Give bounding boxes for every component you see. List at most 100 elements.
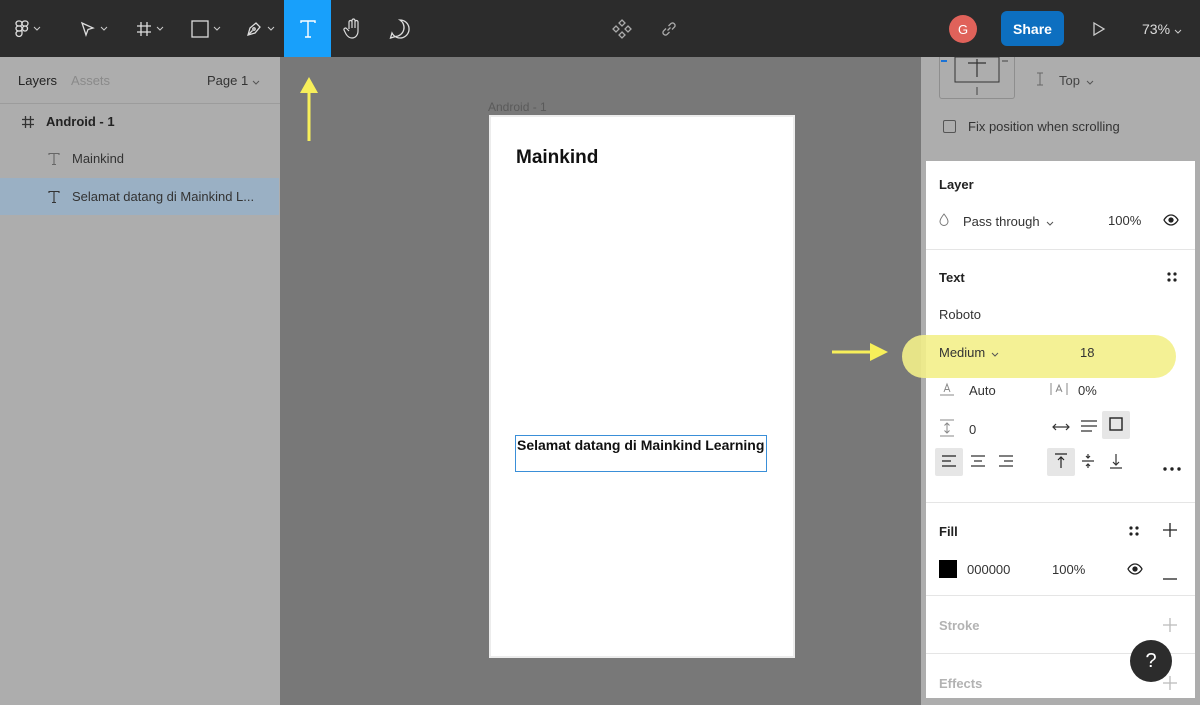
text-tool-icon — [299, 19, 317, 39]
constraint-widget[interactable] — [939, 57, 1015, 99]
properties-panel: Top Fix position when scrolling Layer Pa… — [902, 57, 1200, 705]
align-bottom-icon — [1109, 453, 1123, 472]
text-icon — [46, 190, 62, 204]
fix-position-row[interactable]: Fix position when scrolling — [943, 119, 1120, 134]
layer-visibility-toggle[interactable] — [1163, 214, 1179, 229]
shape-tool-button[interactable] — [186, 0, 226, 57]
font-size-value: 18 — [1080, 345, 1095, 360]
frame-name-label[interactable]: Android - 1 — [488, 100, 547, 114]
remove-fill-button[interactable] — [1163, 568, 1177, 583]
figma-logo-icon — [15, 19, 29, 38]
text-styles-button[interactable] — [1166, 271, 1178, 286]
page-name: Page 1 — [207, 73, 249, 88]
pen-icon — [245, 20, 263, 38]
page-selector[interactable]: Page 1 — [207, 73, 260, 88]
align-right-button[interactable] — [998, 455, 1014, 470]
fill-color-field[interactable]: 000000 — [939, 560, 1010, 578]
move-tool-button[interactable] — [76, 0, 112, 57]
mainkind-text[interactable]: Mainkind — [516, 147, 598, 169]
blend-mode-select[interactable]: Pass through — [939, 213, 1054, 229]
align-top-button[interactable] — [1047, 448, 1075, 476]
help-button[interactable]: ? — [1130, 640, 1172, 682]
fix-position-checkbox[interactable] — [943, 120, 956, 133]
line-height-field[interactable]: Auto — [939, 382, 996, 399]
pen-tool-button[interactable] — [240, 0, 280, 57]
fixed-size-icon — [1109, 416, 1123, 434]
vertical-constraint-select[interactable]: Top — [1035, 72, 1094, 89]
link-button[interactable] — [657, 0, 681, 57]
letter-spacing-icon — [1050, 382, 1068, 399]
text-tool-button[interactable] — [284, 0, 331, 57]
layer-row-selamat[interactable]: Selamat datang di Mainkind L... — [0, 178, 279, 215]
paragraph-spacing-field[interactable]: 0 — [939, 419, 976, 440]
plus-icon — [1163, 676, 1177, 693]
avatar[interactable]: G — [949, 15, 977, 43]
align-left-button[interactable] — [935, 448, 963, 476]
fill-opacity-value: 100% — [1052, 562, 1086, 577]
selected-text-layer[interactable]: Selamat datang di Mainkind Learning — [515, 435, 767, 472]
eye-icon — [1163, 214, 1179, 229]
text-options-button[interactable] — [1163, 459, 1181, 474]
zoom-menu[interactable]: 73% — [1142, 0, 1182, 57]
font-weight-select[interactable]: Medium — [939, 345, 999, 360]
auto-width-icon — [1052, 420, 1070, 435]
add-effect-button[interactable] — [1163, 676, 1177, 693]
fill-styles-button[interactable] — [1128, 525, 1140, 540]
auto-height-button[interactable] — [1080, 420, 1098, 435]
layer-opacity-field[interactable]: 100% — [1108, 213, 1141, 228]
layer-row-mainkind[interactable]: Mainkind — [0, 140, 280, 177]
canvas[interactable]: Android - 1 Mainkind Selamat datang di M… — [280, 57, 921, 705]
fixed-size-button[interactable] — [1102, 411, 1130, 439]
fill-visibility-toggle[interactable] — [1127, 563, 1143, 578]
present-button[interactable] — [1088, 0, 1110, 57]
annotation-arrow-up-icon — [297, 75, 321, 144]
align-center-button[interactable] — [970, 455, 986, 470]
align-bottom-button[interactable] — [1109, 453, 1123, 472]
section-title: Fill — [939, 524, 958, 539]
add-fill-button[interactable] — [1163, 523, 1177, 540]
play-icon — [1092, 21, 1106, 37]
components-button[interactable] — [609, 0, 635, 57]
font-size-field[interactable]: 18 — [1080, 345, 1094, 360]
section-title: Stroke — [939, 618, 980, 633]
fill-opacity-field[interactable]: 100% — [1052, 562, 1085, 577]
comment-tool-button[interactable] — [386, 0, 414, 57]
font-family-select[interactable]: Roboto — [939, 307, 981, 322]
chevron-down-icon — [267, 26, 275, 31]
drop-icon — [939, 213, 949, 229]
style-grid-icon — [1128, 525, 1140, 540]
main-menu-button[interactable] — [10, 0, 46, 57]
add-stroke-button[interactable] — [1163, 618, 1177, 635]
share-button[interactable]: Share — [1001, 11, 1064, 46]
rectangle-icon — [191, 19, 209, 38]
link-icon — [660, 20, 678, 38]
layer-label: Mainkind — [72, 151, 125, 166]
comment-icon — [389, 18, 411, 40]
hand-tool-button[interactable] — [339, 0, 367, 57]
tab-layers[interactable]: Layers — [18, 73, 57, 88]
letter-spacing-field[interactable]: 0% — [1050, 382, 1097, 399]
text-icon — [46, 152, 62, 166]
android-frame[interactable]: Mainkind Selamat datang di Mainkind Lear… — [489, 115, 795, 658]
layer-section: Layer Pass through 100% — [926, 161, 1195, 250]
properties-content: Layer Pass through 100% Text Roboto Medi… — [902, 161, 1195, 698]
plus-icon — [1163, 618, 1177, 635]
eye-icon — [1127, 563, 1143, 578]
align-middle-button[interactable] — [1081, 453, 1095, 472]
layer-row-frame[interactable]: Android - 1 — [0, 103, 280, 140]
auto-width-button[interactable] — [1052, 420, 1070, 435]
line-height-icon — [939, 382, 955, 399]
tab-assets[interactable]: Assets — [71, 73, 110, 88]
more-icon — [1163, 459, 1181, 474]
layer-label: Android - 1 — [46, 114, 115, 129]
paragraph-spacing-icon — [939, 419, 955, 440]
color-swatch[interactable] — [939, 560, 957, 578]
frame-tool-button[interactable] — [132, 0, 168, 57]
style-grid-icon — [1166, 271, 1178, 286]
section-title: Effects — [939, 676, 983, 691]
zoom-level: 73% — [1142, 20, 1171, 37]
minus-icon — [1163, 568, 1177, 583]
align-middle-icon — [1081, 453, 1095, 472]
chevron-down-icon — [100, 26, 108, 31]
auto-height-icon — [1080, 420, 1098, 435]
